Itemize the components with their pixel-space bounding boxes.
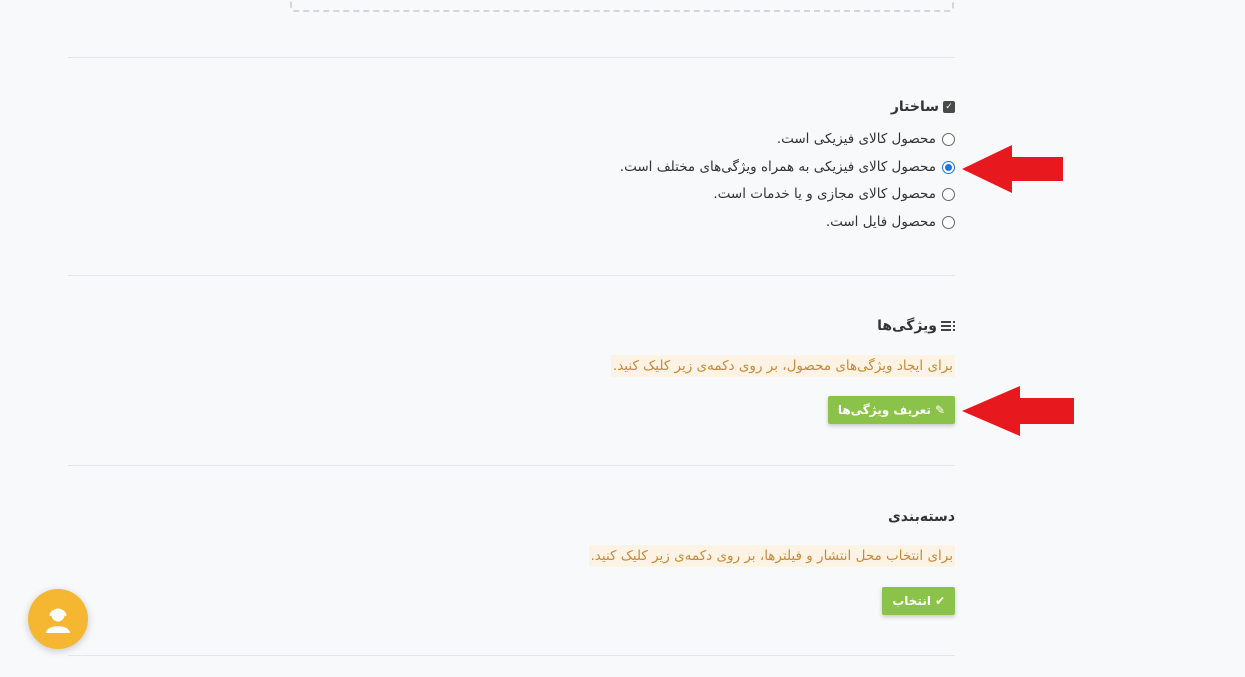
checkbox-icon: ✓ (943, 101, 955, 113)
category-hint: برای انتخاب محل انتشار و فیلترها، بر روی… (588, 545, 955, 567)
radio-button[interactable] (942, 215, 955, 229)
structure-option-physical-variants[interactable]: محصول کالای فیزیکی به همراه ویژگی‌های مخ… (620, 159, 955, 175)
structure-option-label: محصول فایل است. (825, 214, 936, 230)
category-section-title: دسته‌بندی (888, 509, 955, 525)
structure-option-label: محصول کالای فیزیکی است. (776, 131, 936, 147)
support-agent-icon (46, 608, 70, 633)
radio-button-checked[interactable] (942, 160, 955, 174)
radio-button[interactable] (942, 132, 955, 146)
divider (68, 275, 955, 276)
attributes-section-title: ویژگی‌ها (877, 318, 955, 334)
structure-section-title: ✓ ساختار (891, 99, 955, 115)
structure-option-virtual[interactable]: محصول کالای مجازی و یا خدمات است. (713, 186, 955, 202)
divider (68, 655, 955, 656)
structure-option-label: محصول کالای فیزیکی به همراه ویژگی‌های مخ… (619, 159, 936, 175)
radio-button[interactable] (942, 187, 955, 201)
structure-option-physical[interactable]: محصول کالای فیزیکی است. (777, 131, 955, 147)
support-button[interactable] (28, 589, 88, 649)
define-attributes-label: تعریف ویژگی‌ها (837, 403, 931, 417)
check-icon: ✔ (934, 594, 945, 608)
divider (68, 57, 955, 58)
red-arrow-icon (962, 145, 1063, 193)
select-category-button[interactable]: ✔ انتخاب (882, 587, 955, 615)
attributes-hint: برای ایجاد ویژگی‌های محصول، بر روی دکمه‌… (610, 355, 955, 377)
upload-dropzone[interactable] (290, 0, 954, 12)
structure-option-label: محصول کالای مجازی و یا خدمات است. (713, 186, 936, 202)
category-title: دسته‌بندی (887, 509, 955, 525)
page: ✓ ساختار محصول کالای فیزیکی است. محصول ک… (0, 0, 1245, 677)
attributes-title: ویژگی‌ها (877, 318, 937, 334)
divider (68, 465, 955, 466)
list-icon (941, 321, 955, 331)
structure-option-file[interactable]: محصول فایل است. (826, 214, 955, 230)
select-category-label: انتخاب (892, 594, 931, 608)
define-attributes-button[interactable]: ✎ تعریف ویژگی‌ها (827, 396, 955, 424)
pencil-icon: ✎ (934, 403, 945, 417)
structure-title: ساختار (890, 99, 939, 115)
red-arrow-icon (962, 386, 1074, 436)
